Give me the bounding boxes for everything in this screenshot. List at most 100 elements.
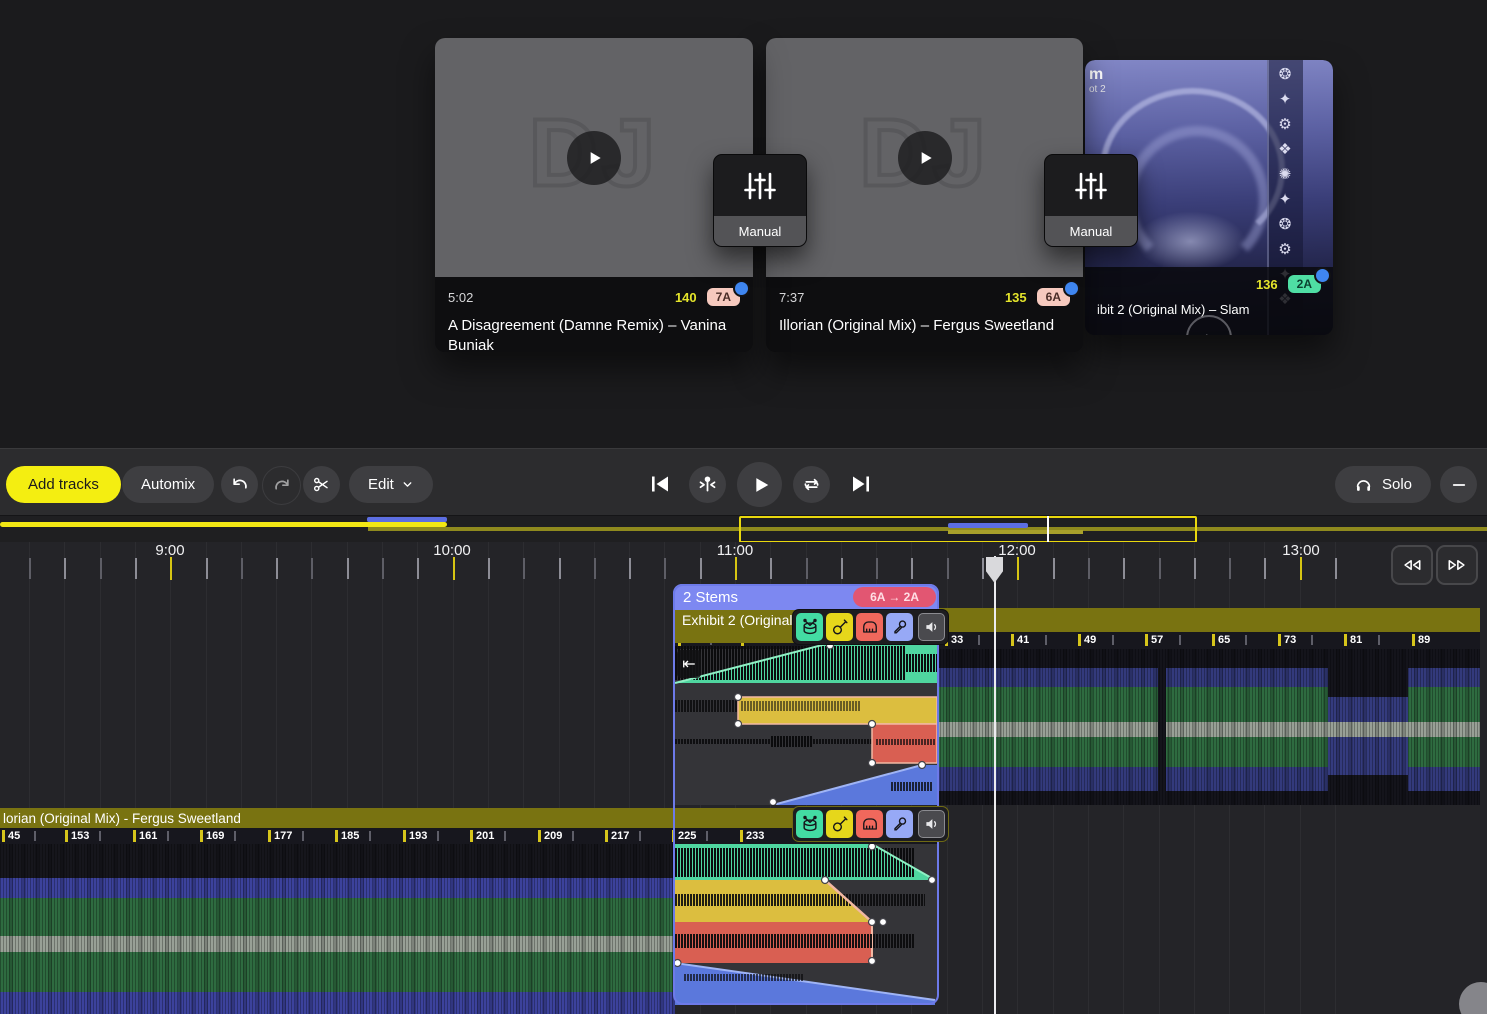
play-icon (749, 474, 771, 496)
playhead-line[interactable] (994, 556, 996, 1014)
speaker-icon (923, 618, 941, 636)
fast-forward-button[interactable] (1436, 545, 1478, 585)
minor-tick (241, 558, 243, 579)
stem-toggle-other[interactable] (826, 613, 853, 641)
play-preview-button[interactable] (567, 131, 621, 185)
beat-number: 89 (1412, 634, 1430, 646)
top-track-waveform[interactable] (937, 649, 1480, 805)
skip-to-end-button[interactable] (846, 469, 876, 499)
key-transition-badge: 6A → 2A (853, 587, 936, 607)
bottom-track-waveform[interactable] (0, 844, 675, 1014)
top-track-stems-lanes[interactable] (675, 643, 937, 805)
mic-icon (890, 617, 910, 637)
sync-dot-icon (1063, 280, 1080, 297)
drum-icon (800, 617, 820, 637)
beat-tick (1212, 634, 1215, 646)
beat-number: 233 (740, 830, 764, 842)
play-button[interactable] (737, 462, 782, 507)
glow-decoration (1135, 211, 1247, 272)
stem-toggle-piano[interactable] (856, 810, 883, 838)
solo-button[interactable]: Solo (1335, 466, 1431, 503)
split-button[interactable] (303, 466, 340, 503)
edit-menu-button[interactable]: Edit (349, 466, 433, 503)
stem-toggle-drums[interactable] (796, 613, 823, 641)
fast-forward-icon (1445, 554, 1469, 576)
mix-overview-strip[interactable] (0, 515, 1487, 543)
beat-tick (1412, 634, 1415, 646)
track-info: 136 2A ibit 2 (Original Mix) – Slam ℘ (1085, 267, 1333, 335)
minor-tick (1088, 558, 1090, 579)
minor-tick (770, 558, 772, 579)
beat-number: 45 (2, 830, 20, 842)
dj-mix-editor: ❂✦⚙❖✺✦❂⚙✦❖ m ot 2 136 2A ibit 2 (Origina… (0, 0, 1487, 1014)
beat-number: 161 (133, 830, 157, 842)
transition-button-1[interactable]: Manual (713, 154, 807, 247)
add-tracks-button[interactable]: Add tracks (6, 466, 121, 503)
stem-toggle-piano[interactable] (856, 613, 883, 641)
guitar-icon (830, 814, 850, 834)
zoom-out-button[interactable] (1440, 466, 1477, 503)
stem-toggle-other[interactable] (826, 810, 853, 838)
automix-button[interactable]: Automix (122, 466, 214, 503)
beat-label: 185 (341, 830, 359, 842)
beat-number: 73 (1278, 634, 1296, 646)
stems-panel-header[interactable]: 2 Stems 6A → 2A (673, 584, 939, 610)
rewind-button[interactable] (1391, 545, 1433, 585)
beat-tick (740, 830, 743, 842)
key-badge: 6A (1037, 288, 1070, 306)
hour-tick (1300, 557, 1302, 580)
beat-mid-tick (34, 831, 36, 841)
headphones-icon (1354, 475, 1373, 494)
hour-tick (453, 557, 455, 580)
beat-mid-tick (572, 831, 574, 841)
bottom-track-title: lorian (Original Mix) - Fergus Sweetland (3, 811, 241, 826)
mic-icon (890, 814, 910, 834)
track-title: A Disagreement (Damne Remix) – Vanina Bu… (448, 316, 740, 356)
other-waveform-over (741, 701, 861, 711)
overview-playhead (1047, 516, 1049, 543)
playhead-marker[interactable] (986, 557, 1003, 583)
beat-mid-tick (234, 831, 236, 841)
overview-viewport[interactable] (739, 516, 1197, 543)
timeline[interactable]: 9:0010:0011:0012:0013:00 Exhibit 2 (Orig… (0, 542, 1487, 1014)
redo-button[interactable] (262, 466, 301, 505)
floating-corner-button[interactable] (1459, 982, 1487, 1014)
minor-tick (559, 558, 561, 579)
bpm-value: 136 (1256, 277, 1278, 292)
transition-button-2[interactable]: Manual (1044, 154, 1138, 247)
beat-label: 73 (1284, 634, 1296, 646)
stem-toggle-drums[interactable] (796, 810, 823, 838)
minor-tick (135, 558, 137, 579)
undo-button[interactable] (221, 466, 258, 503)
beat-label: 33 (951, 634, 963, 646)
piano-waveform-over (875, 739, 935, 745)
beat-tick (268, 830, 271, 842)
track-card-2[interactable]: DJ 7:37 135 6A Illorian (Original Mix) –… (766, 38, 1083, 352)
beat-mid-tick (1179, 635, 1181, 645)
skip-to-start-button[interactable] (645, 469, 675, 499)
stem-toggle-vocals[interactable] (886, 810, 913, 838)
track-card-1[interactable]: DJ 5:02 140 7A A Disagreement (Damne Rem… (435, 38, 753, 352)
stem-mute-toggle[interactable] (918, 810, 945, 838)
beat-mid-tick (1311, 635, 1313, 645)
beat-label: 225 (678, 830, 696, 842)
hour-tick (735, 557, 737, 580)
piano-icon (860, 617, 880, 637)
beat-number: 177 (268, 830, 292, 842)
beat-number: 201 (470, 830, 494, 842)
loop-button[interactable] (793, 466, 830, 503)
jump-to-track-start-button[interactable]: ⇤ (677, 650, 701, 678)
beat-label: 81 (1350, 634, 1362, 646)
play-preview-button[interactable] (898, 131, 952, 185)
album-art-placeholder: DJ (435, 38, 753, 277)
beat-label: 193 (409, 830, 427, 842)
jump-to-playhead-button[interactable] (689, 466, 726, 503)
stem-toggle-vocals[interactable] (886, 613, 913, 641)
minor-tick (206, 558, 208, 579)
stem-mute-toggle[interactable] (918, 613, 945, 641)
beat-tick (470, 830, 473, 842)
bottom-track-stems-lanes[interactable] (675, 844, 937, 1005)
beat-tick (65, 830, 68, 842)
vocals-waveform (683, 974, 803, 981)
minor-tick (806, 558, 808, 579)
